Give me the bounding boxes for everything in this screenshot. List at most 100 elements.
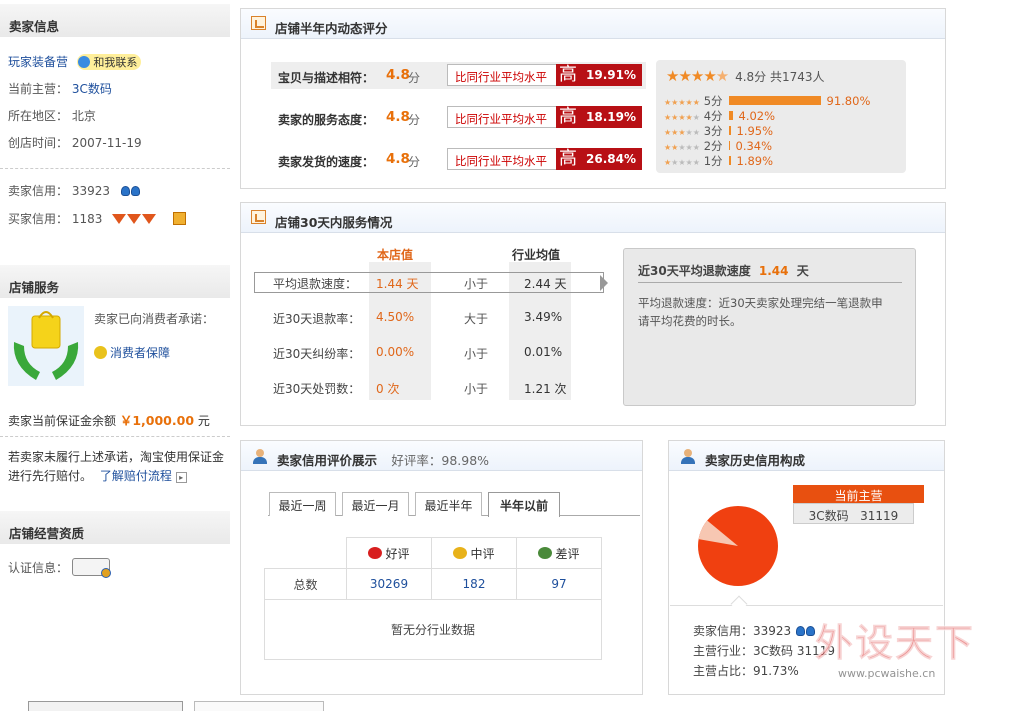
service-row-industry-value: 2.44 天: [524, 277, 567, 291]
service-row-label: 近30天处罚数：: [273, 382, 361, 396]
no-data-message: 暂无分行业数据: [264, 599, 602, 660]
protection-icon: [94, 346, 107, 359]
service-row-industry-value: 1.21 次: [524, 382, 567, 396]
shop-value-header: 本店值: [377, 248, 414, 262]
dist-bar: [728, 111, 733, 120]
watermark-logo: 外设天下: [814, 621, 976, 666]
consumer-guarantee-image: [8, 306, 84, 386]
tab-last-month[interactable]: 最近一月: [342, 492, 409, 516]
service-panel-header: 店铺30天内服务情况: [241, 203, 945, 233]
service-row-compare: 大于: [464, 312, 489, 326]
shopping-bag-hands-icon: [13, 311, 79, 380]
shop-service-header: 店铺服务: [0, 265, 230, 298]
deposit-row: 卖家当前保证金余额 ￥1,000.00 元: [8, 413, 210, 428]
dist-row: ★★★★★ 5分 91.80%: [664, 94, 871, 108]
license-icon[interactable]: [71, 558, 111, 578]
promise-text: 卖家已向消费者承诺：: [94, 312, 215, 326]
history-seller-credit: 卖家信用：33923: [693, 622, 816, 639]
service-row-label: 平均退款速度：: [273, 277, 358, 291]
divider: [0, 436, 230, 437]
detail-title: 近30天平均退款速度 1.44 天: [638, 264, 809, 278]
payout-process-link[interactable]: 了解赔付流程: [100, 469, 172, 483]
user-icon: [253, 449, 267, 464]
higher-badge: 高 19.91%: [556, 64, 642, 86]
chart-icon: [251, 210, 266, 224]
arrow-right-icon[interactable]: ▸: [175, 472, 187, 483]
tab-before-half-year[interactable]: 半年以前: [488, 492, 560, 517]
buyer-credit-row: 买家信用： 1183: [8, 210, 187, 227]
service-row-compare: 小于: [464, 277, 489, 291]
region-row: 所在地区： 北京: [8, 109, 96, 123]
notice-line-1: 若卖家未履行上述承诺，淘宝使用保证金: [8, 450, 225, 464]
flower-red-icon: [368, 546, 383, 559]
certification-row: 认证信息：: [8, 558, 111, 578]
chart-icon: [251, 16, 266, 30]
stars-4-icon: ★★★★★: [664, 113, 700, 122]
consumer-protection-link[interactable]: 消费者保障: [110, 346, 170, 360]
dist-bar: [728, 96, 821, 105]
half-star-icon: ★: [715, 67, 729, 85]
dist-row: ★★★★★ 3分 1.95%: [664, 124, 774, 138]
bottom-button[interactable]: [194, 701, 324, 711]
rating-row-shipping: 卖家发货的速度： 4.8 分 比同行业平均水平 高 26.84%: [271, 148, 651, 173]
service-row-shop-value: 1.44 天: [376, 277, 419, 291]
history-ratio: 主营占比：91.73%: [693, 664, 799, 678]
history-panel-header: 卖家历史信用构成: [669, 441, 944, 471]
seller-sidebar: 卖家信息 玩家装备营 和我联系 当前主营： 3C数码 所在地区： 北京 创店时间…: [0, 0, 230, 707]
service-row-industry-value: 3.49%: [524, 310, 563, 324]
tab-last-week[interactable]: 最近一周: [269, 492, 336, 516]
service-row-compare: 小于: [464, 347, 489, 361]
service-row-shop-value: 0.00%: [376, 345, 415, 359]
history-main-industry: 主营行业：3C数码 31119: [693, 644, 836, 658]
neutral-count[interactable]: 182: [431, 568, 517, 600]
shop-name-link[interactable]: 玩家装备营: [8, 55, 68, 69]
credit-panel-header: 卖家信用评价展示 好评率：98.98%: [241, 441, 642, 471]
detail-text-1: 平均退款速度：近30天卖家处理完结一笔退款申: [638, 296, 883, 310]
seller-info-header: 卖家信息: [0, 4, 230, 37]
service-row-shop-value: 0 次: [376, 382, 400, 396]
industry-value-header: 行业均值: [512, 248, 561, 262]
notice-line-2: 进行先行赔付。 了解赔付流程 ▸: [8, 467, 187, 484]
higher-badge: 高 26.84%: [556, 148, 642, 170]
service-row-compare: 小于: [464, 382, 489, 396]
stars-3-icon: ★★★★★: [664, 128, 700, 137]
qualification-header: 店铺经营资质: [0, 511, 230, 544]
credit-pie-chart: [698, 506, 778, 586]
neutral-header: 中评: [431, 537, 517, 569]
dist-bar: [728, 156, 731, 165]
seller-credit-row: 卖家信用： 33923: [8, 182, 140, 199]
created-row: 创店时间： 2007-11-19: [8, 136, 142, 150]
watermark-url: www.pcwaishe.cn: [838, 667, 936, 680]
dist-row: ★★★★★ 4分 4.02%: [664, 109, 776, 123]
refund-speed-detail: 近30天平均退款速度 1.44 天 平均退款速度：近30天卖家处理完结一笔退款申…: [623, 248, 916, 406]
tab-last-half-year[interactable]: 最近半年: [415, 492, 482, 516]
crown-icon[interactable]: [120, 184, 140, 198]
dist-bar: [728, 126, 731, 135]
rating-row-service: 卖家的服务态度： 4.8 分 比同行业平均水平 高 18.19%: [271, 106, 651, 131]
dist-bar: [728, 141, 730, 150]
shop-name-row: 玩家装备营 和我联系: [8, 53, 142, 70]
dist-row: ★★★★★ 2分 0.34%: [664, 139, 773, 153]
bottom-button[interactable]: [28, 701, 183, 711]
bad-count[interactable]: 97: [516, 568, 602, 600]
diamond-icon[interactable]: [112, 212, 157, 226]
service-row-shop-value: 4.50%: [376, 310, 415, 324]
chat-icon: [77, 56, 90, 68]
higher-badge: 高 18.19%: [556, 106, 642, 128]
row-label: 总数: [264, 568, 347, 600]
stars-1-icon: ★★★★★: [664, 158, 700, 167]
detail-text-2: 请平均花费的时长。: [638, 314, 742, 328]
good-count[interactable]: 30269: [346, 568, 432, 600]
dist-row: ★★★★★ 1分 1.89%: [664, 154, 774, 168]
service-row-label: 近30天退款率：: [273, 312, 361, 326]
rating-distribution: ★★★★★ 4.8分 共1743人 ★★★★★ 5分 91.80% ★★★★★ 4…: [656, 60, 906, 173]
ratings-panel-header: 店铺半年内动态评分: [241, 9, 945, 39]
contact-button[interactable]: 和我联系: [76, 54, 142, 70]
rating-summary: ★★★★★ 4.8分 共1743人: [666, 67, 825, 85]
expand-icon[interactable]: [173, 212, 187, 225]
service-row-industry-value: 0.01%: [524, 345, 563, 359]
flower-yellow-icon: [453, 546, 468, 559]
main-business-link[interactable]: 3C数码: [72, 82, 112, 96]
bad-header: 差评: [516, 537, 602, 569]
stars-5-icon: ★★★★★: [664, 98, 700, 107]
